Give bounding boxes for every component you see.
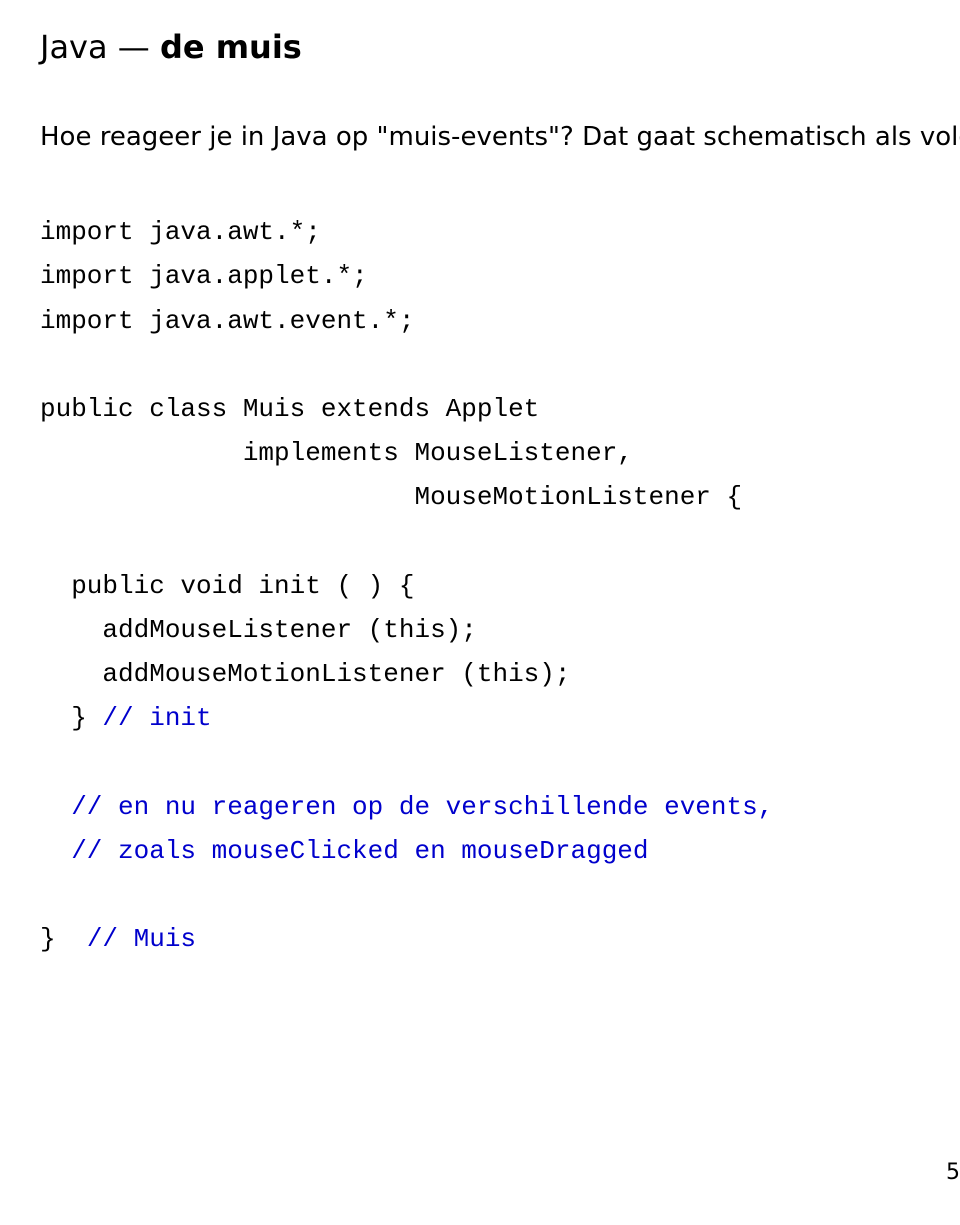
code-line: } [40,703,102,733]
code-line: implements MouseListener, [40,438,633,468]
code-comment: // en nu reageren op de verschillende ev… [40,792,773,822]
intro-paragraph: Hoe reageer je in Java op "muis-events"?… [40,120,960,155]
code-line: MouseMotionListener { [40,482,742,512]
code-block: import java.awt.*; import java.applet.*;… [40,210,960,961]
code-line: public class Muis extends Applet [40,394,539,424]
code-comment: // Muis [71,924,196,954]
code-comment: // init [102,703,211,733]
code-line: } [40,924,71,954]
code-line: import java.awt.*; [40,217,321,247]
slide-title: Java — de muis [40,30,960,65]
code-comment: // zoals mouseClicked en mouseDragged [40,836,649,866]
code-line: public void init ( ) { [40,571,414,601]
code-line: addMouseListener (this); [40,615,477,645]
page-number: 5 [946,1160,960,1185]
code-line: import java.applet.*; [40,261,368,291]
code-line: import java.awt.event.*; [40,306,414,336]
code-line: addMouseMotionListener (this); [40,659,571,689]
title-prefix: Java — [40,28,160,66]
title-bold: de muis [160,28,302,66]
